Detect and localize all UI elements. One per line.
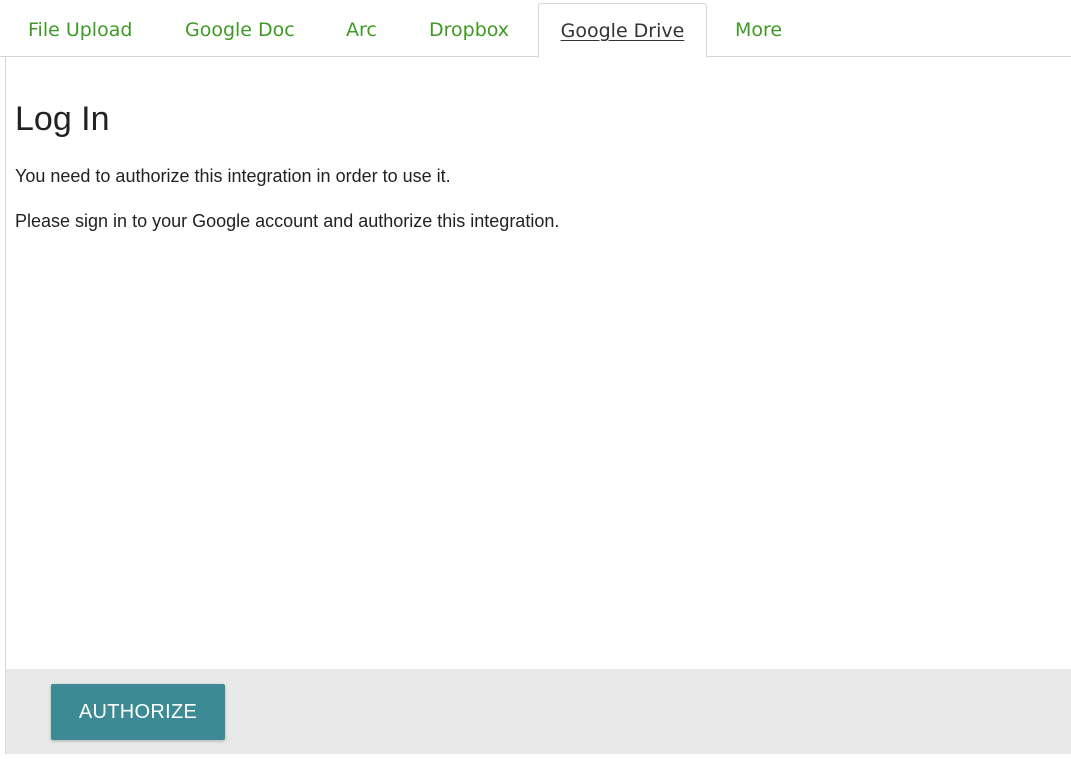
authorization-required-text: You need to authorize this integration i… — [15, 166, 451, 186]
tab-google-doc[interactable]: Google Doc — [185, 0, 295, 57]
action-footer: AUTHORIZE — [6, 669, 1071, 754]
page-title: Log In — [15, 100, 110, 138]
google-drive-panel: Log In You need to authorize this integr… — [5, 57, 1071, 754]
integration-tab-bar: File Upload Google Doc Arc Dropbox Googl… — [0, 0, 1071, 58]
tab-dropbox[interactable]: Dropbox — [429, 0, 509, 57]
authorize-button[interactable]: AUTHORIZE — [51, 684, 225, 740]
tab-more[interactable]: More — [735, 0, 782, 57]
tab-file-upload[interactable]: File Upload — [28, 0, 132, 57]
sign-in-instruction-text: Please sign in to your Google account an… — [15, 211, 560, 231]
tab-arc[interactable]: Arc — [346, 0, 377, 57]
tab-google-drive[interactable]: Google Drive — [538, 3, 707, 58]
